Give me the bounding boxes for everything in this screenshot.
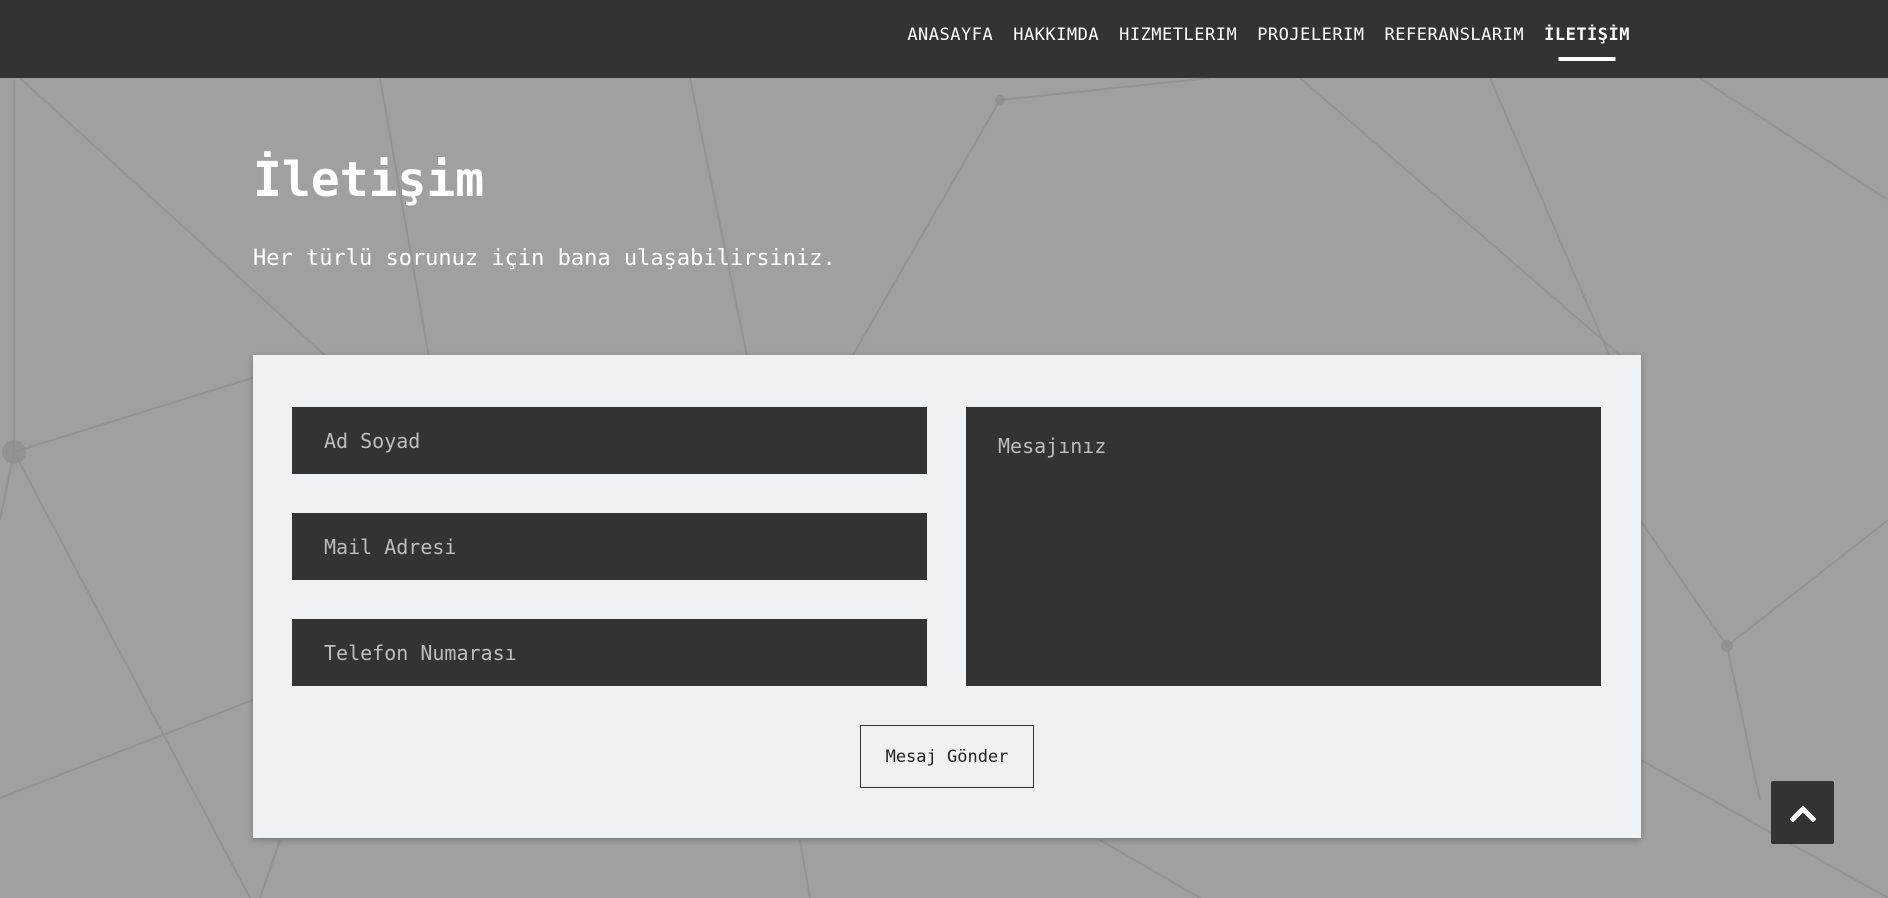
nav-item-label: PROJELERIM <box>1257 25 1365 45</box>
active-nav-indicator <box>1558 57 1616 61</box>
nav-item-hakkimda[interactable]: HAKKIMDA <box>1013 0 1099 53</box>
scroll-to-top-button[interactable] <box>1771 781 1834 844</box>
nav-item-label: REFERANSLARIM <box>1384 25 1525 45</box>
contact-form: Mesaj Gönder <box>253 355 1641 838</box>
nav-item-referanslarim[interactable]: REFERANSLARIM <box>1385 0 1525 53</box>
nav-item-label: HIZMETLERIM <box>1119 25 1238 45</box>
phone-input[interactable] <box>292 619 927 686</box>
chevron-up-icon <box>1789 804 1816 822</box>
nav-item-iletisim[interactable]: İLETİŞİM <box>1544 0 1630 61</box>
main-nav: ANASAYFA HAKKIMDA HIZMETLERIM PROJELERIM… <box>887 0 1630 78</box>
name-input[interactable] <box>292 407 927 474</box>
nav-item-anasayfa[interactable]: ANASAYFA <box>907 0 993 53</box>
navbar: ANASAYFA HAKKIMDA HIZMETLERIM PROJELERIM… <box>0 0 1888 78</box>
page-title: İletişim <box>253 152 485 208</box>
email-input[interactable] <box>292 513 927 580</box>
nav-item-label: HAKKIMDA <box>1013 25 1100 45</box>
nav-item-label: ANASAYFA <box>907 25 994 45</box>
send-message-button[interactable]: Mesaj Gönder <box>860 725 1034 788</box>
page-subtitle: Her türlü sorunuz için bana ulaşabilirsi… <box>253 246 836 271</box>
nav-item-label: İLETİŞİM <box>1544 25 1630 45</box>
nav-item-projelerim[interactable]: PROJELERIM <box>1257 0 1364 53</box>
message-textarea[interactable] <box>966 407 1601 686</box>
nav-item-hizmetlerim[interactable]: HIZMETLERIM <box>1119 0 1237 53</box>
